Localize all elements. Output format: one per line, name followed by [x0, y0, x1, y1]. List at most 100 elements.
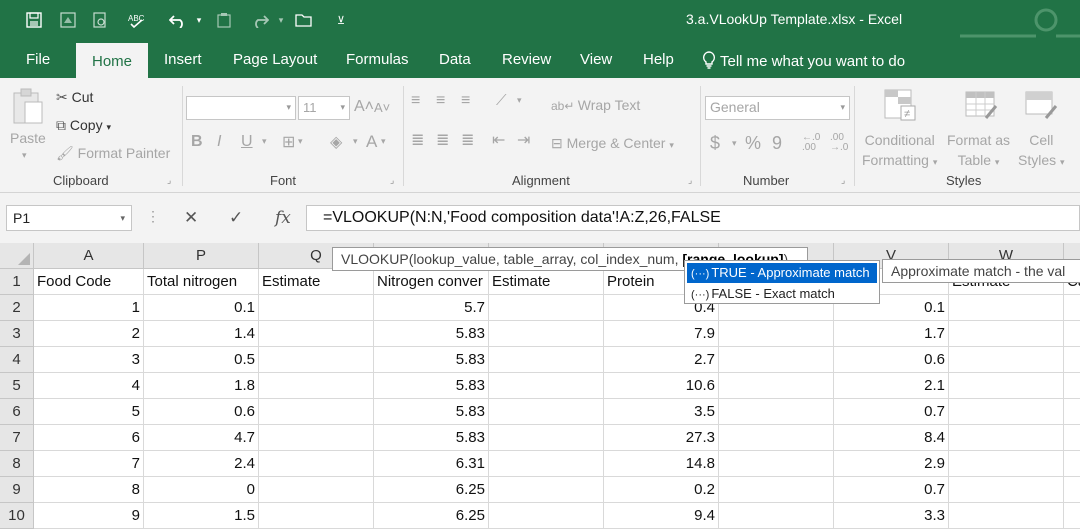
conditional-dropdown-icon[interactable]: ▾: [933, 157, 938, 167]
data-cell[interactable]: [949, 477, 1064, 503]
format-as-table-button[interactable]: Format as Table ▾: [947, 130, 1010, 172]
data-cell[interactable]: [1064, 477, 1080, 503]
data-cell[interactable]: [949, 295, 1064, 321]
data-cell[interactable]: [489, 321, 604, 347]
font-name-dropdown-icon[interactable]: ▾: [286, 102, 291, 113]
data-cell[interactable]: [489, 425, 604, 451]
data-cell[interactable]: 6.31: [374, 451, 489, 477]
underline-dropdown-icon[interactable]: ▾: [262, 136, 267, 147]
row-header[interactable]: 1: [0, 269, 34, 295]
font-size-combo[interactable]: 11 ▾: [298, 96, 350, 120]
percent-icon[interactable]: %: [745, 133, 761, 154]
fill-color-dropdown-icon[interactable]: ▾: [353, 136, 358, 147]
clipboard-launcher-icon[interactable]: ⌟: [167, 175, 177, 185]
data-cell[interactable]: [949, 503, 1064, 529]
header-cell[interactable]: Estimate: [259, 269, 374, 295]
data-cell[interactable]: 0: [144, 477, 259, 503]
underline-icon[interactable]: U: [241, 133, 253, 151]
decrease-indent-icon[interactable]: ⇤: [492, 130, 505, 150]
data-cell[interactable]: [259, 373, 374, 399]
data-cell[interactable]: [1064, 347, 1080, 373]
orientation-dropdown-icon[interactable]: ▾: [517, 95, 522, 106]
data-cell[interactable]: [489, 399, 604, 425]
tab-insert[interactable]: Insert: [164, 51, 202, 68]
data-cell[interactable]: [489, 477, 604, 503]
middle-align-icon[interactable]: ≡: [436, 92, 445, 110]
data-cell[interactable]: [259, 477, 374, 503]
font-launcher-icon[interactable]: ⌟: [390, 175, 400, 185]
data-cell[interactable]: [259, 347, 374, 373]
tab-view[interactable]: View: [580, 51, 612, 68]
paste-icon[interactable]: [11, 88, 45, 126]
data-cell[interactable]: [489, 503, 604, 529]
data-cell[interactable]: 8: [34, 477, 144, 503]
header-cell[interactable]: Nitrogen conver: [374, 269, 489, 295]
select-all-corner[interactable]: [0, 243, 34, 269]
top-align-icon[interactable]: ≡: [411, 92, 420, 110]
increase-indent-icon[interactable]: ⇥: [517, 130, 530, 150]
data-cell[interactable]: 7: [34, 451, 144, 477]
cell-styles-icon[interactable]: [1024, 88, 1060, 122]
data-cell[interactable]: 1.4: [144, 321, 259, 347]
cancel-icon[interactable]: ✕: [184, 208, 198, 228]
data-cell[interactable]: [489, 347, 604, 373]
data-cell[interactable]: [259, 321, 374, 347]
borders-icon[interactable]: ⊞: [282, 132, 295, 152]
data-cell[interactable]: [259, 425, 374, 451]
cut-button[interactable]: ✂ Cut: [56, 89, 93, 106]
paste-button[interactable]: Paste: [10, 130, 46, 146]
data-cell[interactable]: 6: [34, 425, 144, 451]
autocomplete-option-true[interactable]: (···) TRUE - Approximate match: [687, 263, 877, 283]
name-box[interactable]: P1 ▾: [6, 205, 132, 231]
data-cell[interactable]: [1064, 295, 1080, 321]
data-cell[interactable]: [949, 451, 1064, 477]
data-cell[interactable]: [1064, 373, 1080, 399]
undo-dropdown-icon[interactable]: ▾: [193, 8, 205, 32]
data-cell[interactable]: 2.7: [604, 347, 719, 373]
cell-styles-button[interactable]: Cell Styles ▾: [1018, 130, 1065, 172]
data-cell[interactable]: [489, 295, 604, 321]
data-cell[interactable]: [719, 373, 834, 399]
save-as-icon[interactable]: [56, 8, 80, 32]
font-name-combo[interactable]: ▾: [186, 96, 296, 120]
number-format-dropdown-icon[interactable]: ▾: [840, 102, 845, 113]
cell-styles-dropdown-icon[interactable]: ▾: [1060, 157, 1065, 167]
column-header[interactable]: A: [34, 243, 144, 269]
bold-icon[interactable]: B: [191, 133, 203, 151]
menu-file[interactable]: File: [26, 51, 50, 68]
redo-icon[interactable]: [248, 8, 272, 32]
data-cell[interactable]: [1064, 503, 1080, 529]
row-header[interactable]: 3: [0, 321, 34, 347]
data-cell[interactable]: 3.5: [604, 399, 719, 425]
orientation-icon[interactable]: ⟋: [496, 92, 507, 109]
name-box-dropdown-icon[interactable]: ▾: [120, 213, 125, 224]
data-cell[interactable]: 5.83: [374, 321, 489, 347]
data-cell[interactable]: 2.4: [144, 451, 259, 477]
data-cell[interactable]: [719, 477, 834, 503]
decrease-font-icon[interactable]: A˅: [374, 100, 390, 115]
format-painter-button[interactable]: 🖌︎ Format Painter: [56, 145, 170, 162]
tab-page-layout[interactable]: Page Layout: [233, 51, 317, 68]
data-cell[interactable]: 5.83: [374, 347, 489, 373]
row-header[interactable]: 10: [0, 503, 34, 529]
data-cell[interactable]: [489, 451, 604, 477]
header-cell[interactable]: Total nitrogen: [144, 269, 259, 295]
column-header[interactable]: P: [144, 243, 259, 269]
tab-home[interactable]: Home: [76, 43, 149, 78]
conditional-formatting-icon[interactable]: ≠: [883, 88, 919, 122]
tell-me-box[interactable]: Tell me what you want to do: [702, 51, 905, 70]
row-header[interactable]: 4: [0, 347, 34, 373]
data-cell[interactable]: [1064, 425, 1080, 451]
row-header[interactable]: 6: [0, 399, 34, 425]
increase-decimal-icon[interactable]: ←.0.00: [802, 133, 820, 153]
merge-dropdown-icon[interactable]: ▾: [669, 140, 674, 150]
align-right-icon[interactable]: ≣: [461, 130, 474, 150]
data-cell[interactable]: 4.7: [144, 425, 259, 451]
data-cell[interactable]: 5: [34, 399, 144, 425]
tab-help[interactable]: Help: [643, 51, 674, 68]
bottom-align-icon[interactable]: ≡: [461, 92, 470, 110]
format-table-dropdown-icon[interactable]: ▾: [995, 157, 1000, 167]
increase-font-icon[interactable]: A˄: [354, 98, 374, 116]
row-header[interactable]: 7: [0, 425, 34, 451]
number-launcher-icon[interactable]: ⌟: [841, 175, 851, 185]
